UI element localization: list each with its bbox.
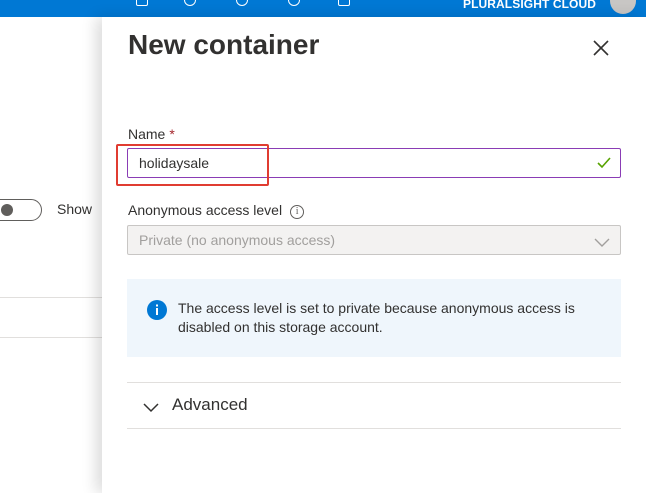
advanced-section-label: Advanced bbox=[172, 395, 248, 414]
info-circle-icon bbox=[147, 300, 167, 320]
toggle-knob bbox=[1, 204, 13, 216]
avatar[interactable] bbox=[610, 0, 636, 14]
access-level-label: Anonymous access level i bbox=[128, 202, 305, 219]
info-message-bar: The access level is set to private becau… bbox=[127, 279, 621, 357]
background-page: Show bbox=[0, 17, 110, 493]
access-level-dropdown[interactable]: Private (no anonymous access) bbox=[127, 225, 621, 255]
close-button[interactable] bbox=[590, 37, 612, 59]
divider bbox=[0, 297, 110, 298]
cloud-shell-icon[interactable] bbox=[136, 0, 148, 6]
background-toggle-label: Show bbox=[57, 201, 93, 217]
chevron-down-icon bbox=[143, 400, 159, 418]
advanced-section-toggle[interactable]: Advanced bbox=[127, 383, 621, 427]
notifications-icon[interactable] bbox=[184, 0, 196, 6]
feedback-icon[interactable] bbox=[338, 0, 350, 6]
portal-top-bar: PLURALSIGHT CLOUD bbox=[0, 0, 646, 17]
access-level-label-text: Anonymous access level bbox=[128, 202, 283, 218]
divider bbox=[127, 428, 621, 429]
new-container-panel: New container Name * holidaysale Anonymou… bbox=[102, 17, 646, 493]
close-icon bbox=[593, 40, 609, 56]
name-field-label: Name * bbox=[128, 126, 175, 142]
name-input[interactable]: holidaysale bbox=[127, 148, 621, 178]
info-message-text: The access level is set to private becau… bbox=[178, 300, 575, 335]
help-icon[interactable] bbox=[288, 0, 300, 6]
checkmark-icon bbox=[596, 156, 612, 175]
name-label-text: Name bbox=[128, 126, 166, 142]
info-icon[interactable]: i bbox=[290, 205, 305, 219]
divider bbox=[0, 337, 110, 338]
settings-icon[interactable] bbox=[236, 0, 248, 6]
chevron-down-icon bbox=[594, 235, 610, 253]
panel-title: New container bbox=[128, 29, 320, 60]
background-toggle[interactable] bbox=[0, 199, 42, 221]
directory-label[interactable]: PLURALSIGHT CLOUD bbox=[463, 0, 596, 11]
name-input-value: holidaysale bbox=[139, 155, 210, 171]
required-marker: * bbox=[169, 126, 175, 142]
access-level-value: Private (no anonymous access) bbox=[139, 232, 336, 248]
